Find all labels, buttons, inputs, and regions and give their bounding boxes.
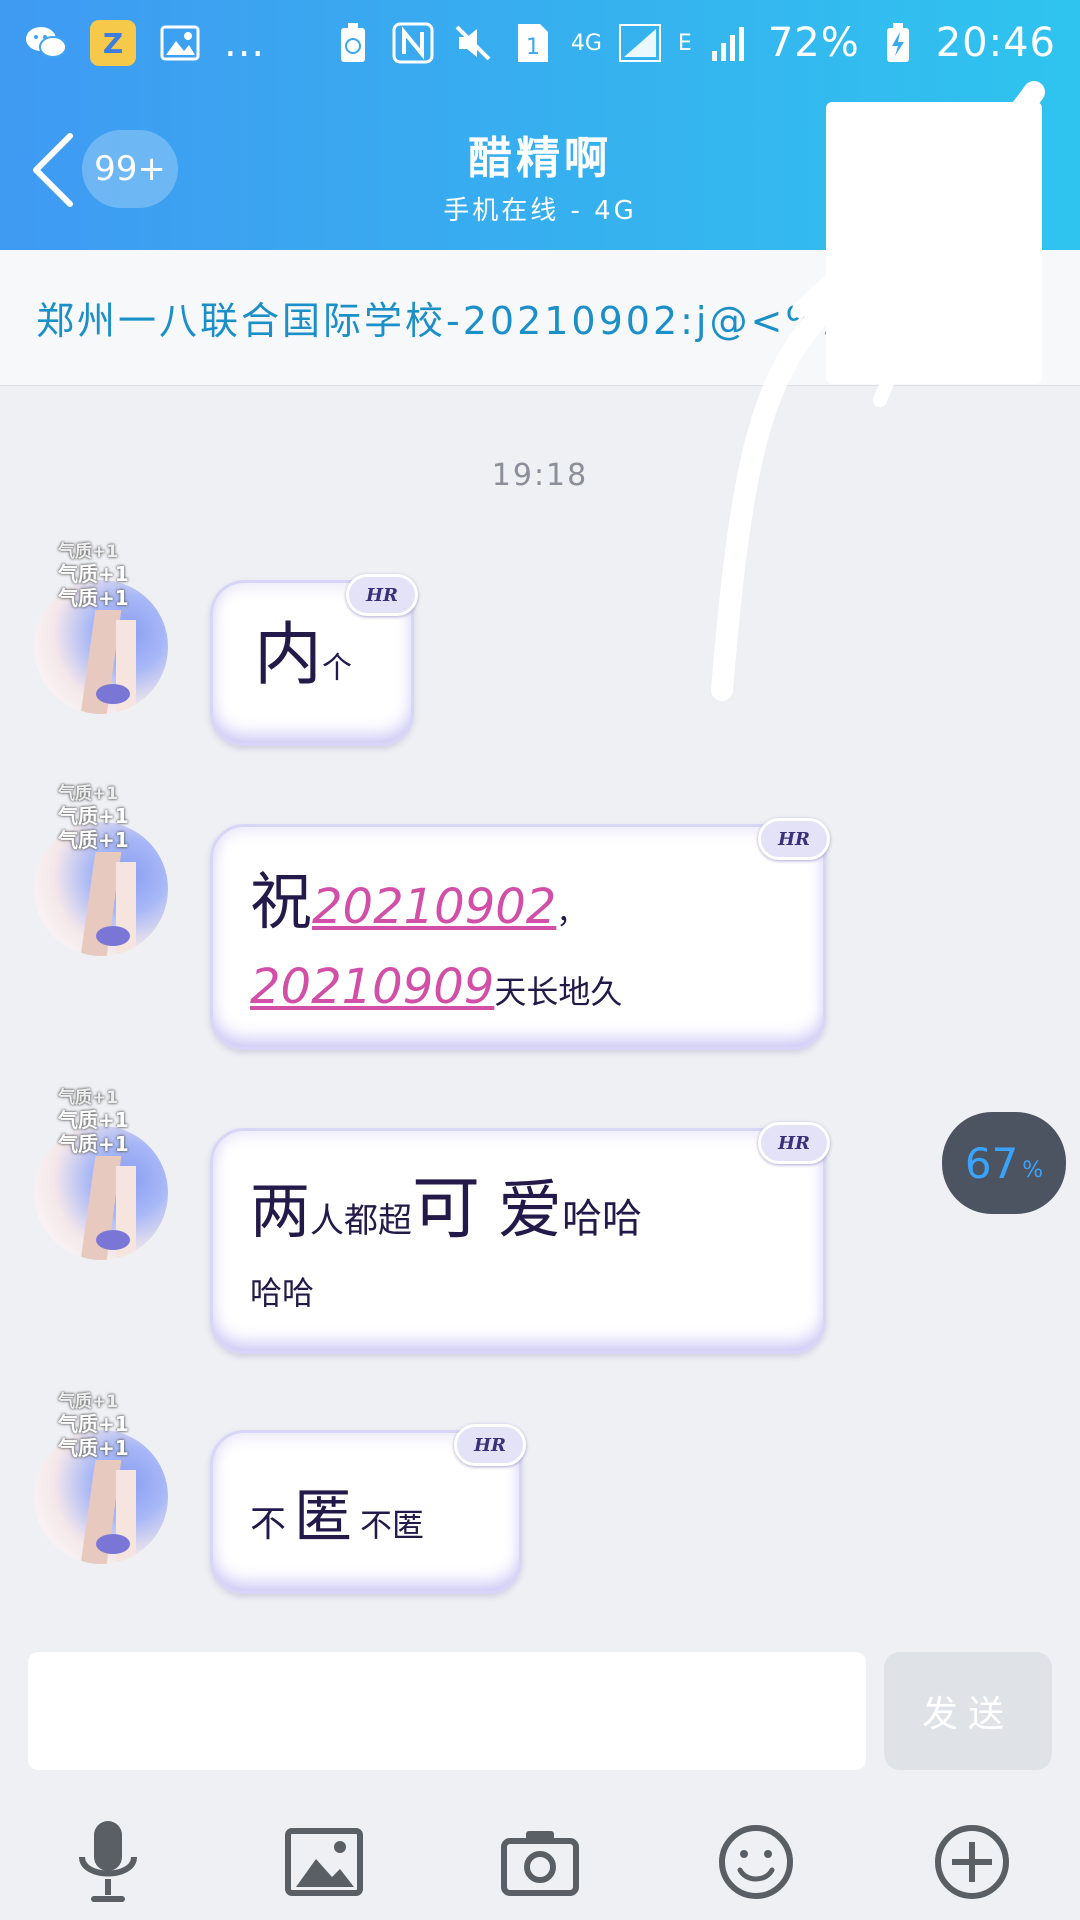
message-bubble[interactable]: HR 不匿不匿 [210, 1424, 526, 1594]
clock: 20:46 [935, 20, 1056, 66]
message-input[interactable] [28, 1652, 866, 1770]
image-icon[interactable] [278, 1816, 370, 1908]
message-bubble[interactable]: HR 祝20210902， 20210909天长地久 [210, 818, 830, 1050]
signal-bars-icon [708, 21, 752, 65]
emoji-icon[interactable] [710, 1816, 802, 1908]
microphone-icon[interactable] [62, 1816, 154, 1908]
percent-sign: % [1022, 1157, 1044, 1183]
message-text: 爱 [498, 1174, 563, 1248]
bubble-hr-tag: HR [758, 1122, 830, 1164]
message-text: 天长地久 [494, 973, 623, 1011]
message-timestamp: 19:18 [491, 458, 589, 493]
avatar-tag: 气质+1 [58, 804, 129, 828]
wechat-icon [24, 21, 68, 65]
battery-charging-icon [876, 21, 920, 65]
nfc-icon [391, 21, 435, 65]
redaction-box [826, 102, 1042, 384]
input-toolbar [0, 1800, 1080, 1920]
avatar-tag: 气质+1 [58, 1412, 129, 1436]
send-button[interactable]: 发送 [884, 1652, 1052, 1770]
message-link[interactable]: 20210902 [312, 879, 556, 935]
battery-saver-icon [331, 21, 375, 65]
avatar-tag: 气质+1 [58, 1132, 129, 1156]
qzone-icon: Z [90, 20, 136, 66]
mute-icon [451, 21, 495, 65]
progress-percent-badge[interactable]: 67% [942, 1112, 1066, 1214]
sim-card-icon: 1 [511, 21, 555, 65]
battery-percent: 72% [767, 20, 860, 66]
avatar-tag: 气质+1 [58, 784, 119, 804]
message-text: 匿 [294, 1482, 353, 1550]
plus-icon[interactable] [926, 1816, 1018, 1908]
avatar-tag: 气质+1 [58, 586, 129, 610]
message-text: 祝 [250, 865, 313, 938]
percent-value: 67 [964, 1138, 1019, 1188]
avatar-tag: 气质+1 [58, 1436, 129, 1460]
message-bubble[interactable]: HR 两人都超可 爱哈哈 哈哈 [210, 1122, 830, 1354]
banner-text: 郑州一八联合国际学校-20210902:j@<%ĀĀ [36, 299, 884, 343]
message-link[interactable]: 20210909 [250, 959, 494, 1015]
message-text: 人都超 [310, 1201, 412, 1241]
network-4g-label: 4G [570, 30, 602, 56]
bubble-hr-tag: HR [454, 1424, 526, 1466]
message-text: 个 [322, 651, 353, 686]
message-text: 不匿 [360, 1506, 425, 1544]
avatar-tag: 气质+1 [58, 1392, 119, 1412]
message-bubble[interactable]: HR 内个 [210, 574, 418, 746]
message-text: 哈哈 [562, 1196, 643, 1242]
camera-icon[interactable] [494, 1816, 586, 1908]
avatar-tag: 气质+1 [58, 542, 119, 562]
avatar-tag: 气质+1 [58, 562, 129, 586]
avatar-tag: 气质+1 [58, 1088, 119, 1108]
bubble-hr-tag: HR [758, 818, 830, 860]
signal-icon [618, 21, 662, 65]
gallery-icon [158, 21, 202, 65]
svg-text:1: 1 [526, 35, 540, 60]
status-bar: Z ... 1 4G E 72% 20:46 [0, 0, 1080, 86]
message-text: 两 [250, 1177, 310, 1247]
more-notifications: ... [224, 20, 266, 66]
message-text: 可 [412, 1170, 481, 1249]
message-text: 哈哈 [250, 1274, 315, 1312]
message-text: ， [556, 896, 587, 931]
avatar-tag: 气质+1 [58, 1108, 129, 1132]
avatar-tag: 气质+1 [58, 828, 129, 852]
message-text: 内 [254, 616, 323, 695]
bubble-hr-tag: HR [346, 574, 418, 616]
network-e-label: E [677, 30, 692, 56]
message-text: 不 [250, 1504, 287, 1545]
